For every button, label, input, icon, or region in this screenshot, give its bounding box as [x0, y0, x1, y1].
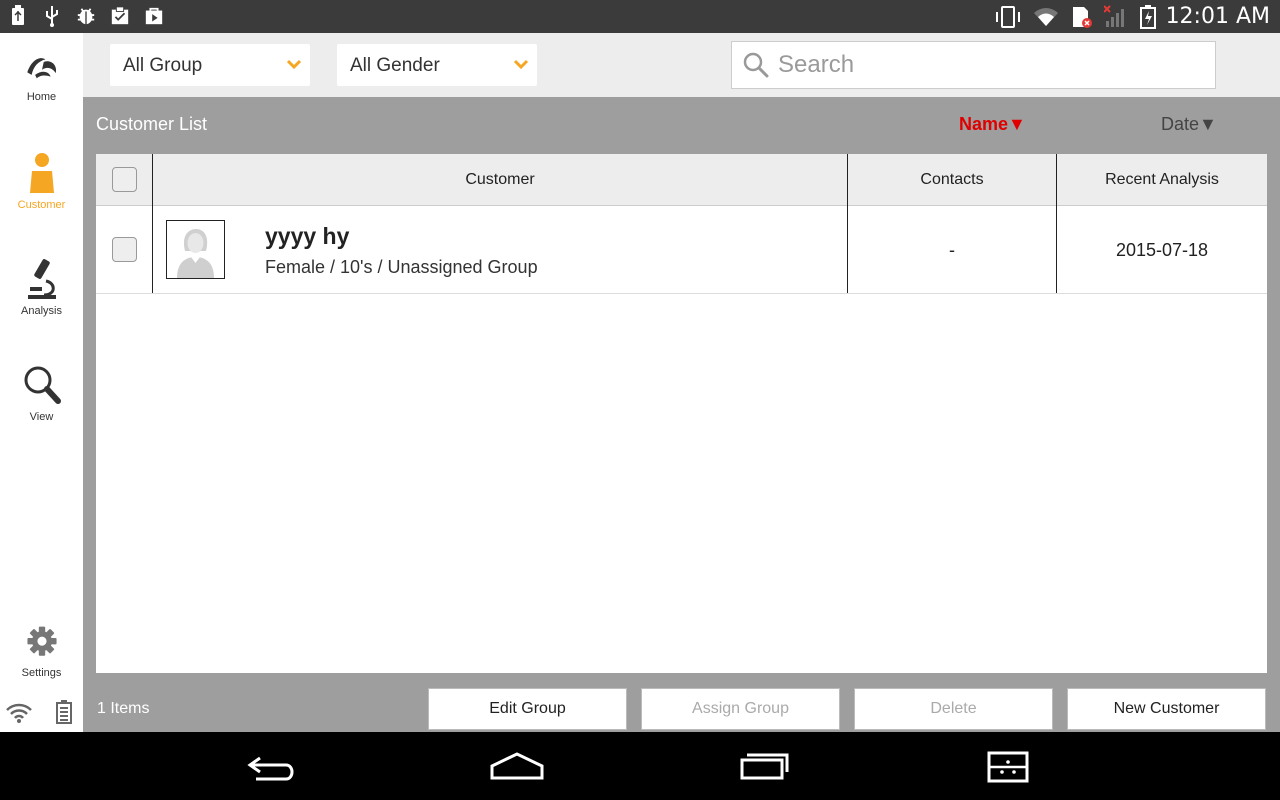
select-all-checkbox[interactable] [112, 167, 137, 192]
search-icon [743, 52, 769, 78]
column-header-recent-analysis: Recent Analysis [1105, 171, 1219, 188]
avatar [166, 220, 225, 279]
gender-filter-dropdown[interactable]: All Gender [337, 44, 537, 86]
item-count: 1 Items [97, 700, 150, 717]
search-box [731, 41, 1216, 89]
usb-debug-icon [42, 5, 62, 27]
signal-icon [1103, 4, 1130, 28]
logo-icon [26, 58, 56, 79]
list-title: Customer List [96, 114, 208, 134]
status-bar: 12:01 AM [0, 0, 1280, 33]
customer-table: Customer Contacts Recent Analysis yyyy h… [96, 154, 1267, 673]
clock: 12:01 AM [1165, 4, 1270, 29]
sidebar-item-label: Home [26, 91, 57, 103]
system-navigation-bar [0, 732, 1280, 800]
sidebar-item-analysis[interactable]: Analysis [0, 257, 83, 317]
home-icon[interactable] [487, 750, 547, 784]
settings-label: Settings [21, 667, 62, 679]
magnifier-icon [24, 366, 61, 404]
customer-contacts: - [949, 239, 955, 260]
sidebar-item-customer[interactable]: Customer [0, 151, 83, 211]
assign-group-button[interactable]: Assign Group [641, 688, 840, 730]
vibrate-icon [994, 5, 1022, 28]
play-store-icon [144, 5, 164, 27]
customer-list-panel: Customer List Name▼ Date▼ Customer Conta… [83, 97, 1280, 732]
chevron-down-icon [513, 59, 529, 70]
sort-by-name-button[interactable]: Name▼ [959, 114, 1026, 135]
sim-error-icon [1070, 6, 1094, 28]
customer-recent-analysis: 2015-07-18 [1115, 239, 1209, 260]
table-row[interactable]: yyyy hy Female / 10's / Unassigned Group… [96, 206, 1267, 294]
group-filter-dropdown[interactable]: All Group [110, 44, 310, 86]
gender-filter-value: All Gender [350, 55, 440, 76]
app-area: Home Customer Analysis View Settings All… [0, 33, 1280, 732]
sidebar-item-home[interactable]: Home [0, 49, 83, 103]
wifi-icon [1032, 6, 1060, 28]
android-debug-icon [76, 5, 96, 27]
group-filter-value: All Group [123, 55, 203, 76]
column-header-customer: Customer [465, 171, 535, 188]
battery-charging-icon [1139, 4, 1156, 29]
settings-button[interactable]: Settings [0, 623, 83, 679]
delete-button[interactable]: Delete [854, 688, 1053, 730]
sidebar-item-label: Customer [17, 199, 66, 211]
clipboard-icon [110, 5, 130, 27]
sidebar-item-label: Analysis [21, 305, 62, 317]
sidebar-item-label: View [29, 411, 54, 423]
sidebar-item-view[interactable]: View [0, 363, 83, 423]
sort-by-date-button[interactable]: Date▼ [1161, 114, 1217, 135]
edit-group-button[interactable]: Edit Group [428, 688, 627, 730]
wifi-icon [6, 703, 32, 723]
person-icon [29, 153, 54, 193]
gear-icon [26, 626, 57, 656]
row-checkbox[interactable] [112, 237, 137, 262]
battery-icon [56, 700, 72, 724]
usb-icon [8, 5, 28, 27]
microscope-icon [27, 259, 56, 299]
customer-details: Female / 10's / Unassigned Group [265, 257, 538, 277]
dual-window-icon[interactable] [978, 750, 1038, 784]
customer-name: yyyy hy [265, 223, 350, 249]
search-input[interactable] [778, 42, 1208, 88]
new-customer-button[interactable]: New Customer [1067, 688, 1266, 730]
column-header-contacts: Contacts [920, 171, 984, 188]
female-avatar-icon [177, 229, 214, 278]
back-icon[interactable] [242, 750, 302, 784]
table-header: Customer Contacts Recent Analysis [96, 154, 1267, 206]
sidebar: Home Customer Analysis View Settings [0, 33, 83, 732]
chevron-down-icon [286, 59, 302, 70]
recent-apps-icon[interactable] [733, 750, 793, 784]
